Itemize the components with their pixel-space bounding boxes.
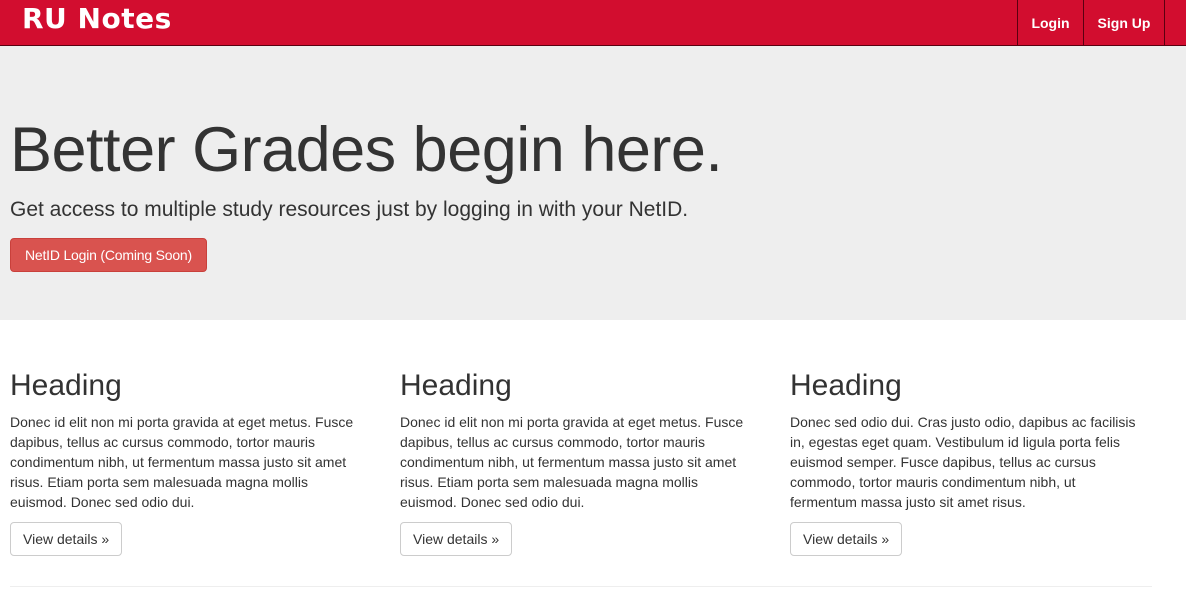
netid-login-button[interactable]: NetID Login (Coming Soon) — [10, 238, 207, 272]
nav-signup-link[interactable]: Sign Up — [1083, 0, 1165, 45]
column-text: Donec id elit non mi porta gravida at eg… — [10, 414, 354, 510]
view-details-button[interactable]: View details » — [10, 522, 123, 556]
hero-subtitle: Get access to multiple study resources j… — [10, 198, 689, 221]
column-text: Donec sed odio dui. Cras justo odio, dap… — [790, 414, 1136, 510]
hero-jumbotron: Better Grades begin here. Get access to … — [0, 46, 1186, 320]
feature-column-2: Heading Donec id elit non mi porta gravi… — [400, 360, 760, 556]
column-heading: Heading — [790, 369, 902, 402]
brand-logo[interactable]: RU Notes — [22, 2, 172, 36]
top-navbar: RU Notes Login Sign Up — [0, 0, 1186, 46]
feature-column-3: Heading Donec sed odio dui. Cras justo o… — [790, 360, 1150, 556]
nav-login-link[interactable]: Login — [1017, 0, 1083, 45]
view-details-button[interactable]: View details » — [790, 522, 903, 556]
column-heading: Heading — [10, 369, 122, 402]
hero-title: Better Grades begin here. — [10, 115, 723, 185]
feature-column-1: Heading Donec id elit non mi porta gravi… — [10, 360, 370, 556]
nav-links: Login Sign Up — [1017, 0, 1165, 45]
view-details-button[interactable]: View details » — [400, 522, 513, 556]
horizontal-divider — [10, 586, 1152, 587]
column-text: Donec id elit non mi porta gravida at eg… — [400, 414, 744, 510]
column-heading: Heading — [400, 369, 512, 402]
